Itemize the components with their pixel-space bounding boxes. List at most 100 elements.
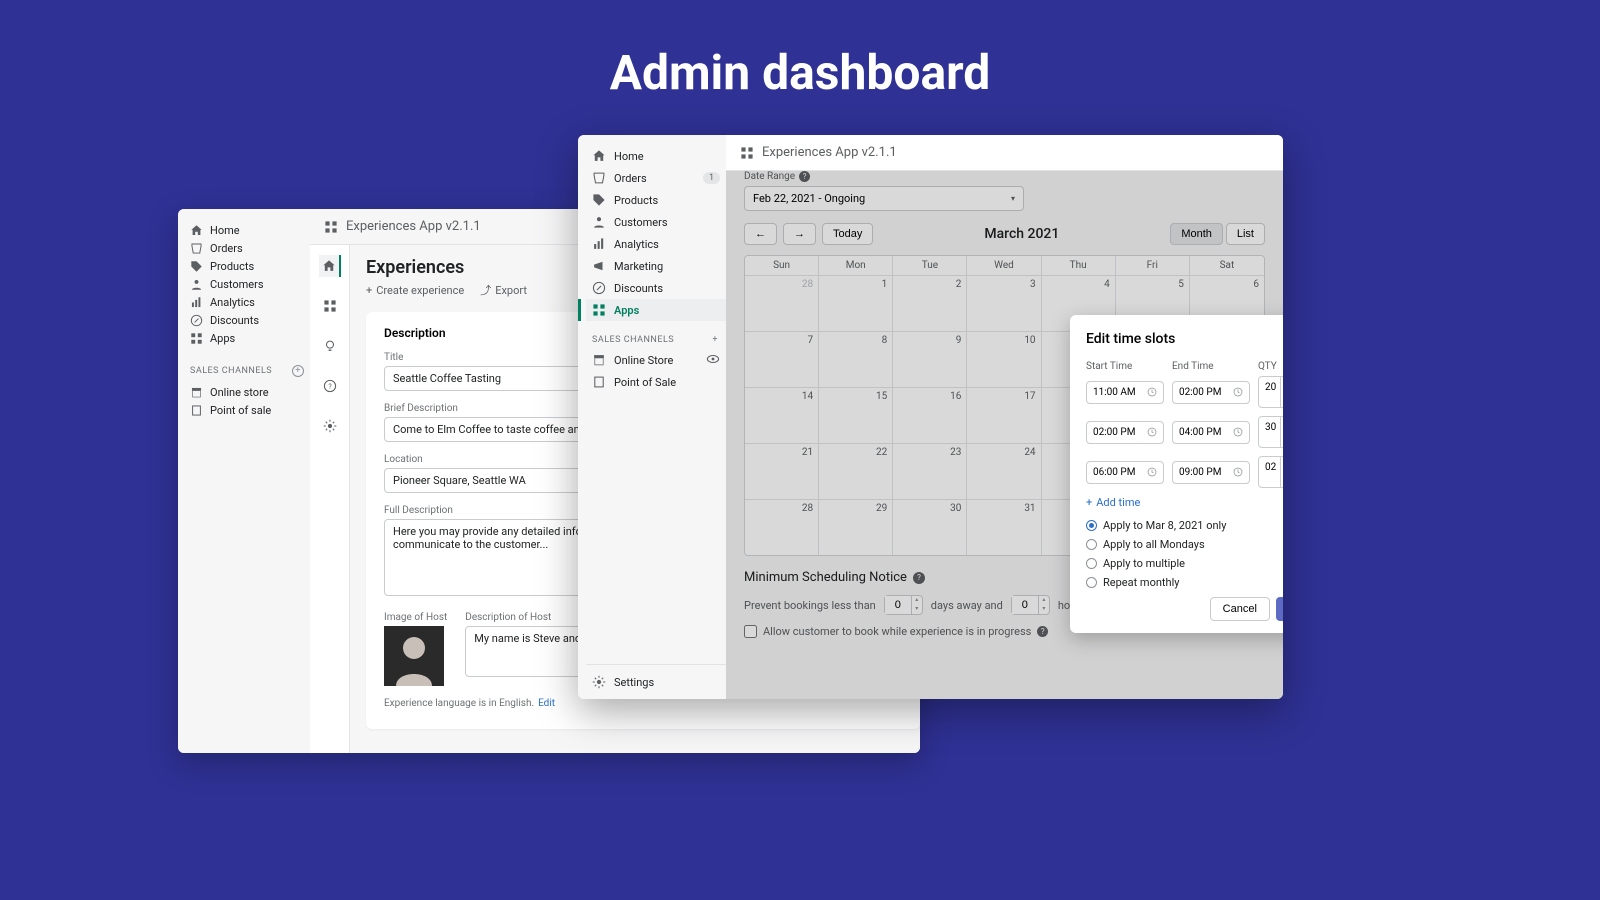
calendar-cell[interactable]: 23 bbox=[893, 443, 967, 499]
rail-grid-icon[interactable] bbox=[319, 295, 341, 317]
nav2-analytics[interactable]: Analytics bbox=[586, 233, 726, 255]
app-icon bbox=[324, 220, 338, 234]
nav-apps-label: Apps bbox=[210, 332, 235, 345]
nav2-online-store[interactable]: Online Store bbox=[586, 349, 726, 371]
export-button[interactable]: ⤴ Export bbox=[480, 282, 527, 298]
nav-customers-label: Customers bbox=[210, 278, 264, 291]
modal-title: Edit time slots bbox=[1086, 331, 1283, 347]
radio-icon bbox=[1086, 577, 1097, 588]
qty-input[interactable]: 30▴▾ bbox=[1258, 416, 1283, 448]
host-image[interactable] bbox=[384, 626, 444, 686]
edit-language-link[interactable]: Edit bbox=[538, 698, 555, 709]
calendar-cell[interactable]: 15 bbox=[819, 387, 893, 443]
view-list-button[interactable]: List bbox=[1226, 223, 1265, 245]
nav-products[interactable]: Products bbox=[186, 257, 310, 275]
nav2-discounts[interactable]: Discounts bbox=[586, 277, 726, 299]
end-time-input[interactable]: 04:00 PM bbox=[1172, 421, 1250, 444]
calendar-cell[interactable]: 2 bbox=[893, 275, 967, 331]
nav-orders[interactable]: Orders bbox=[186, 239, 310, 257]
radio-icon bbox=[1086, 558, 1097, 569]
calendar-cell[interactable]: 30 bbox=[893, 499, 967, 555]
add-channel-icon-2[interactable]: + bbox=[712, 335, 718, 345]
col-start: Start Time bbox=[1086, 361, 1164, 372]
calendar-cell[interactable]: 9 bbox=[893, 331, 967, 387]
calendar-cell[interactable]: 31 bbox=[967, 499, 1041, 555]
calendar-cell[interactable]: 24 bbox=[967, 443, 1041, 499]
nav-pos[interactable]: Point of sale bbox=[186, 401, 310, 419]
calendar-cell[interactable]: 1 bbox=[819, 275, 893, 331]
dow-header: Wed bbox=[967, 256, 1041, 275]
nav2-apps[interactable]: Apps bbox=[586, 299, 726, 321]
calendar-cell[interactable]: 10 bbox=[967, 331, 1041, 387]
nav2-products[interactable]: Products bbox=[586, 189, 726, 211]
help-icon-2[interactable]: ? bbox=[913, 572, 925, 584]
calendar-cell[interactable]: 21 bbox=[745, 443, 819, 499]
calendar-cell[interactable]: 17 bbox=[967, 387, 1041, 443]
calendar-cell[interactable]: 8 bbox=[819, 331, 893, 387]
create-experience-button[interactable]: + Create experience bbox=[366, 282, 464, 298]
cal-today-button[interactable]: Today bbox=[822, 223, 873, 245]
rail-settings-icon[interactable] bbox=[319, 415, 341, 437]
calendar-cell[interactable]: 14 bbox=[745, 387, 819, 443]
nav2-orders[interactable]: Orders1 bbox=[586, 167, 726, 189]
apply-option[interactable]: Apply to all Mondays bbox=[1086, 538, 1283, 551]
apply-option[interactable]: Repeat monthly bbox=[1086, 576, 1283, 589]
start-time-input[interactable]: 02:00 PM bbox=[1086, 421, 1164, 444]
help-icon-3[interactable]: ? bbox=[1037, 626, 1048, 637]
orders-badge: 1 bbox=[703, 172, 720, 184]
nav-home[interactable]: Home bbox=[186, 221, 310, 239]
cancel-button[interactable]: Cancel bbox=[1210, 597, 1270, 621]
nav2-customers[interactable]: Customers bbox=[586, 211, 726, 233]
calendar-cell[interactable]: 7 bbox=[745, 331, 819, 387]
add-channel-icon[interactable]: + bbox=[292, 365, 304, 377]
nav2-pos[interactable]: Point of Sale bbox=[586, 371, 726, 393]
qty-input[interactable]: 20▴▾ bbox=[1258, 376, 1283, 408]
nav-customers[interactable]: Customers bbox=[186, 275, 310, 293]
eye-icon[interactable] bbox=[706, 352, 720, 369]
calendar-cell[interactable]: 28 bbox=[745, 499, 819, 555]
sales-channels-header: SALES CHANNELS+ bbox=[190, 365, 310, 377]
page-hero-title: Admin dashboard bbox=[0, 0, 1600, 101]
cal-next-button[interactable]: → bbox=[783, 223, 816, 245]
nav-online-store[interactable]: Online store bbox=[186, 383, 310, 401]
dow-header: Thu bbox=[1042, 256, 1116, 275]
calendar-cell[interactable]: 16 bbox=[893, 387, 967, 443]
nav2-settings[interactable]: Settings bbox=[586, 664, 726, 699]
end-time-input[interactable]: 09:00 PM bbox=[1172, 461, 1250, 484]
nav-discounts[interactable]: Discounts bbox=[186, 311, 310, 329]
calendar-cell[interactable]: 22 bbox=[819, 443, 893, 499]
cal-prev-button[interactable]: ← bbox=[744, 223, 777, 245]
nav-analytics[interactable]: Analytics bbox=[186, 293, 310, 311]
days-stepper[interactable]: ▴▾ bbox=[884, 595, 923, 615]
apply-option[interactable]: Apply to multiple bbox=[1086, 557, 1283, 570]
col-qty: QTY bbox=[1258, 361, 1283, 372]
qty-input[interactable]: 02▴▾ bbox=[1258, 456, 1283, 488]
dow-header: Sat bbox=[1190, 256, 1264, 275]
nav2-home[interactable]: Home bbox=[586, 145, 726, 167]
view-month-button[interactable]: Month bbox=[1170, 223, 1223, 245]
date-range-select[interactable]: Feb 22, 2021 - Ongoing▾ bbox=[744, 186, 1024, 211]
radio-icon bbox=[1086, 539, 1097, 550]
nav-products-label: Products bbox=[210, 260, 254, 273]
end-time-input[interactable]: 02:00 PM bbox=[1172, 381, 1250, 404]
dow-header: Fri bbox=[1116, 256, 1190, 275]
calendar-cell[interactable]: 3 bbox=[967, 275, 1041, 331]
nav-apps[interactable]: Apps bbox=[186, 329, 310, 347]
rail-help-icon[interactable]: ? bbox=[319, 375, 341, 397]
rail-idea-icon[interactable] bbox=[319, 335, 341, 357]
add-time-button[interactable]: + Add time bbox=[1086, 496, 1283, 509]
start-time-input[interactable]: 11:00 AM bbox=[1086, 381, 1164, 404]
rail-home-icon[interactable] bbox=[319, 255, 341, 277]
hours-stepper[interactable]: ▴▾ bbox=[1011, 595, 1050, 615]
apply-option[interactable]: Apply to Mar 8, 2021 only bbox=[1086, 519, 1283, 532]
save-button[interactable]: Save bbox=[1276, 597, 1283, 621]
calendar-cell[interactable]: 28 bbox=[745, 275, 819, 331]
calendar-cell[interactable]: 29 bbox=[819, 499, 893, 555]
start-time-input[interactable]: 06:00 PM bbox=[1086, 461, 1164, 484]
allow-checkbox[interactable] bbox=[744, 625, 757, 638]
help-icon[interactable]: ? bbox=[799, 171, 810, 182]
timeslot-row: 06:00 PM09:00 PM02▴▾✕ bbox=[1086, 456, 1283, 488]
nav2-marketing[interactable]: Marketing bbox=[586, 255, 726, 277]
nav-discounts-label: Discounts bbox=[210, 314, 259, 327]
app-title-2: Experiences App v2.1.1 bbox=[762, 145, 897, 160]
